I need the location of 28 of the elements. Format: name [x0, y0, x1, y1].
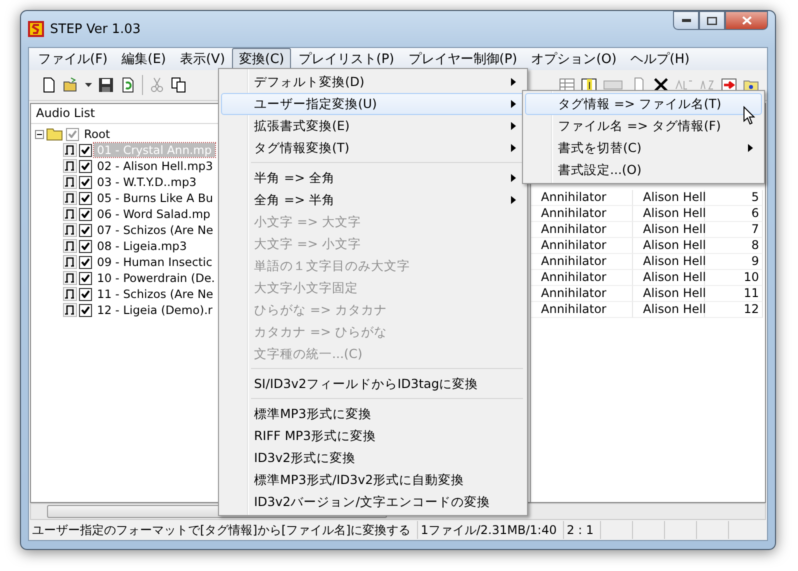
table-cell: 10	[705, 270, 763, 286]
table-cell: 9	[705, 254, 763, 270]
table-cell: Annihilator	[531, 222, 633, 238]
table-cell: 12	[705, 302, 763, 318]
table-cell: Alison Hell	[633, 206, 705, 222]
status-text: 1ファイル/2.31MB/1:40	[418, 521, 564, 539]
table-cell: 6	[705, 206, 763, 222]
table-cell: 7	[705, 222, 763, 238]
window-title: STEP Ver 1.03	[50, 22, 141, 36]
table-cell: Alison Hell	[633, 254, 705, 270]
table-cell: Annihilator	[531, 254, 633, 270]
table-cell: 5	[705, 190, 763, 206]
table-cell: Annihilator	[531, 206, 633, 222]
table-cell: Annihilator	[531, 238, 633, 254]
table-cell: Alison Hell	[633, 302, 705, 318]
table-cell: Alison Hell	[633, 286, 705, 302]
table-cell: Alison Hell	[633, 222, 705, 238]
table-cell: Alison Hell	[633, 270, 705, 286]
table-cell: 11	[705, 286, 763, 302]
table-cell: 8	[705, 238, 763, 254]
table-cell: Alison Hell	[633, 238, 705, 254]
table-cell: Annihilator	[531, 286, 633, 302]
status-text: ユーザー指定のフォーマットで[タグ情報]から[ファイル名]に変換する	[29, 521, 418, 539]
table-cell: Alison Hell	[633, 190, 705, 206]
table-cell: Annihilator	[531, 270, 633, 286]
table-cell: Annihilator	[531, 302, 633, 318]
status-text: 2 : 1	[564, 521, 601, 539]
table-cell: Annihilator	[531, 190, 633, 206]
